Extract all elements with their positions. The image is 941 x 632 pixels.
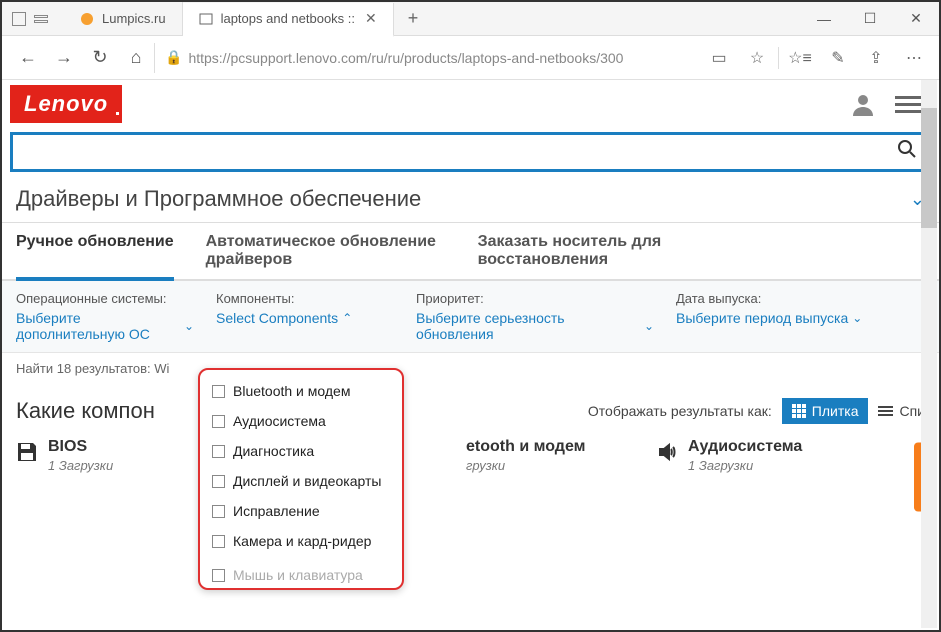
new-tab-button[interactable]: + (394, 2, 433, 36)
chevron-up-icon: ⌃ (342, 311, 352, 325)
filter-row: Операционные системы: Выберите дополните… (2, 281, 939, 353)
list-icon (878, 406, 893, 416)
section-title: Драйверы и Программное обеспечение (16, 186, 421, 212)
scroll-icon[interactable] (34, 14, 48, 24)
card-sub: 1 Загрузки (48, 458, 113, 473)
filter-os-dropdown[interactable]: Выберите дополнительную ОС⌄ (16, 310, 194, 342)
dd-item-camera[interactable]: Камера и кард-ридер (200, 526, 402, 556)
card-bluetooth[interactable]: etooth и модем грузки (456, 438, 636, 473)
dd-item-bluetooth[interactable]: Bluetooth и модем (200, 376, 402, 406)
tab-auto-update[interactable]: Автоматическое обновление драйверов (206, 223, 446, 279)
filter-os-label: Операционные системы: (16, 291, 194, 306)
filter-priority-label: Приоритет: (416, 291, 654, 306)
save-icon (16, 438, 38, 469)
reading-view-icon[interactable]: ▭ (702, 41, 736, 75)
dd-item-mouse[interactable]: Мышь и клавиатура (200, 560, 402, 590)
address-bar: ← → ↻ ⌂ 🔒 https://pcsupport.lenovo.com/r… (2, 36, 939, 80)
view-label: Отображать результаты как: (588, 403, 772, 419)
browser-tab-1[interactable]: Lumpics.ru (64, 2, 183, 36)
notes-icon[interactable]: ✎ (821, 41, 855, 75)
tab-manual-update[interactable]: Ручное обновление (16, 223, 174, 281)
grid-icon (792, 404, 806, 418)
card-sub: 1 Загрузки (688, 458, 802, 473)
page-scrollbar[interactable] (921, 80, 937, 628)
chevron-down-icon: ⌄ (644, 319, 654, 333)
filter-components-dropdown[interactable]: Select Components⌃ (216, 310, 394, 326)
more-icon[interactable]: ⋯ (897, 41, 931, 75)
maximize-button[interactable]: ☐ (847, 2, 893, 36)
tab-label: laptops and netbooks :: (221, 11, 355, 26)
page-icon (199, 12, 213, 26)
view-list-button[interactable]: Спи (878, 403, 925, 419)
favorite-icon[interactable]: ☆ (740, 41, 774, 75)
url-text: https://pcsupport.lenovo.com/ru/ru/produ… (188, 50, 623, 66)
chevron-down-icon: ⌄ (852, 311, 862, 325)
site-search (10, 132, 931, 172)
close-window-button[interactable]: ✕ (893, 2, 939, 36)
components-dropdown-list[interactable]: Bluetooth и модем Аудиосистема Диагности… (198, 368, 404, 590)
card-title: Аудиосистема (688, 438, 802, 456)
refresh-button[interactable]: ↻ (82, 40, 118, 76)
dd-item-audio[interactable]: Аудиосистема (200, 406, 402, 436)
components-header: Какие компон Отображать результаты как: … (2, 384, 939, 438)
minimize-button[interactable]: — (801, 2, 847, 36)
user-icon[interactable] (851, 92, 875, 116)
share-icon[interactable]: ⇪ (859, 41, 893, 75)
window-titlebar: Lumpics.ru laptops and netbooks :: ✕ + —… (2, 2, 939, 36)
checkbox-icon[interactable] (212, 445, 225, 458)
card-title: etooth и модем (466, 438, 585, 456)
dd-item-display[interactable]: Дисплей и видеокарты (200, 466, 402, 496)
filter-date-label: Дата выпуска: (676, 291, 862, 306)
checkbox-icon[interactable] (212, 535, 225, 548)
update-tabs: Ручное обновление Автоматическое обновле… (2, 223, 939, 281)
favicon-icon (80, 12, 94, 26)
lock-icon: 🔒 (165, 49, 182, 66)
url-box[interactable]: 🔒 https://pcsupport.lenovo.com/ru/ru/pro… (154, 43, 702, 73)
filter-priority-dropdown[interactable]: Выберите серьезность обновления⌄ (416, 310, 654, 342)
view-tile-button[interactable]: Плитка (782, 398, 869, 424)
favorites-list-icon[interactable]: ☆≡ (783, 41, 817, 75)
filter-date-dropdown[interactable]: Выберите период выпуска⌄ (676, 310, 862, 326)
close-tab-icon[interactable]: ✕ (365, 10, 377, 27)
component-cards: BIOS 1 Загрузки etooth и модем грузки Ау… (2, 438, 939, 473)
search-input[interactable] (13, 144, 886, 160)
card-sub: грузки (466, 458, 585, 473)
section-header[interactable]: Драйверы и Программное обеспечение ⌄ (2, 176, 939, 223)
dd-item-fix[interactable]: Исправление (200, 496, 402, 526)
card-bios[interactable]: BIOS 1 Загрузки (16, 438, 196, 473)
back-button[interactable]: ← (10, 40, 46, 76)
filter-components-label: Компоненты: (216, 291, 394, 306)
site-header: Lenovo (2, 80, 939, 128)
checkbox-icon[interactable] (212, 505, 225, 518)
card-audio[interactable]: Аудиосистема 1 Загрузки (656, 438, 836, 473)
home-button[interactable]: ⌂ (118, 40, 154, 76)
lenovo-logo[interactable]: Lenovo (10, 85, 122, 123)
results-summary: Найти 18 результатов: Wi (2, 353, 939, 384)
checkbox-icon[interactable] (212, 415, 225, 428)
hamburger-icon[interactable] (895, 96, 921, 113)
checkbox-icon[interactable] (212, 385, 225, 398)
checkbox-icon[interactable] (212, 475, 225, 488)
forward-button[interactable]: → (46, 40, 82, 76)
chevron-down-icon: ⌄ (184, 319, 194, 333)
scrollbar-thumb[interactable] (921, 108, 937, 228)
dd-item-diagnostics[interactable]: Диагностика (200, 436, 402, 466)
tab-label: Lumpics.ru (102, 11, 166, 26)
tabs-icon[interactable] (12, 12, 26, 26)
browser-tab-2[interactable]: laptops and netbooks :: ✕ (183, 3, 394, 37)
card-title: BIOS (48, 438, 113, 456)
tab-order-recovery[interactable]: Заказать носитель для восстановления (478, 223, 718, 279)
speaker-icon (656, 438, 678, 469)
components-title: Какие компон (16, 398, 155, 424)
checkbox-icon[interactable] (212, 569, 225, 582)
